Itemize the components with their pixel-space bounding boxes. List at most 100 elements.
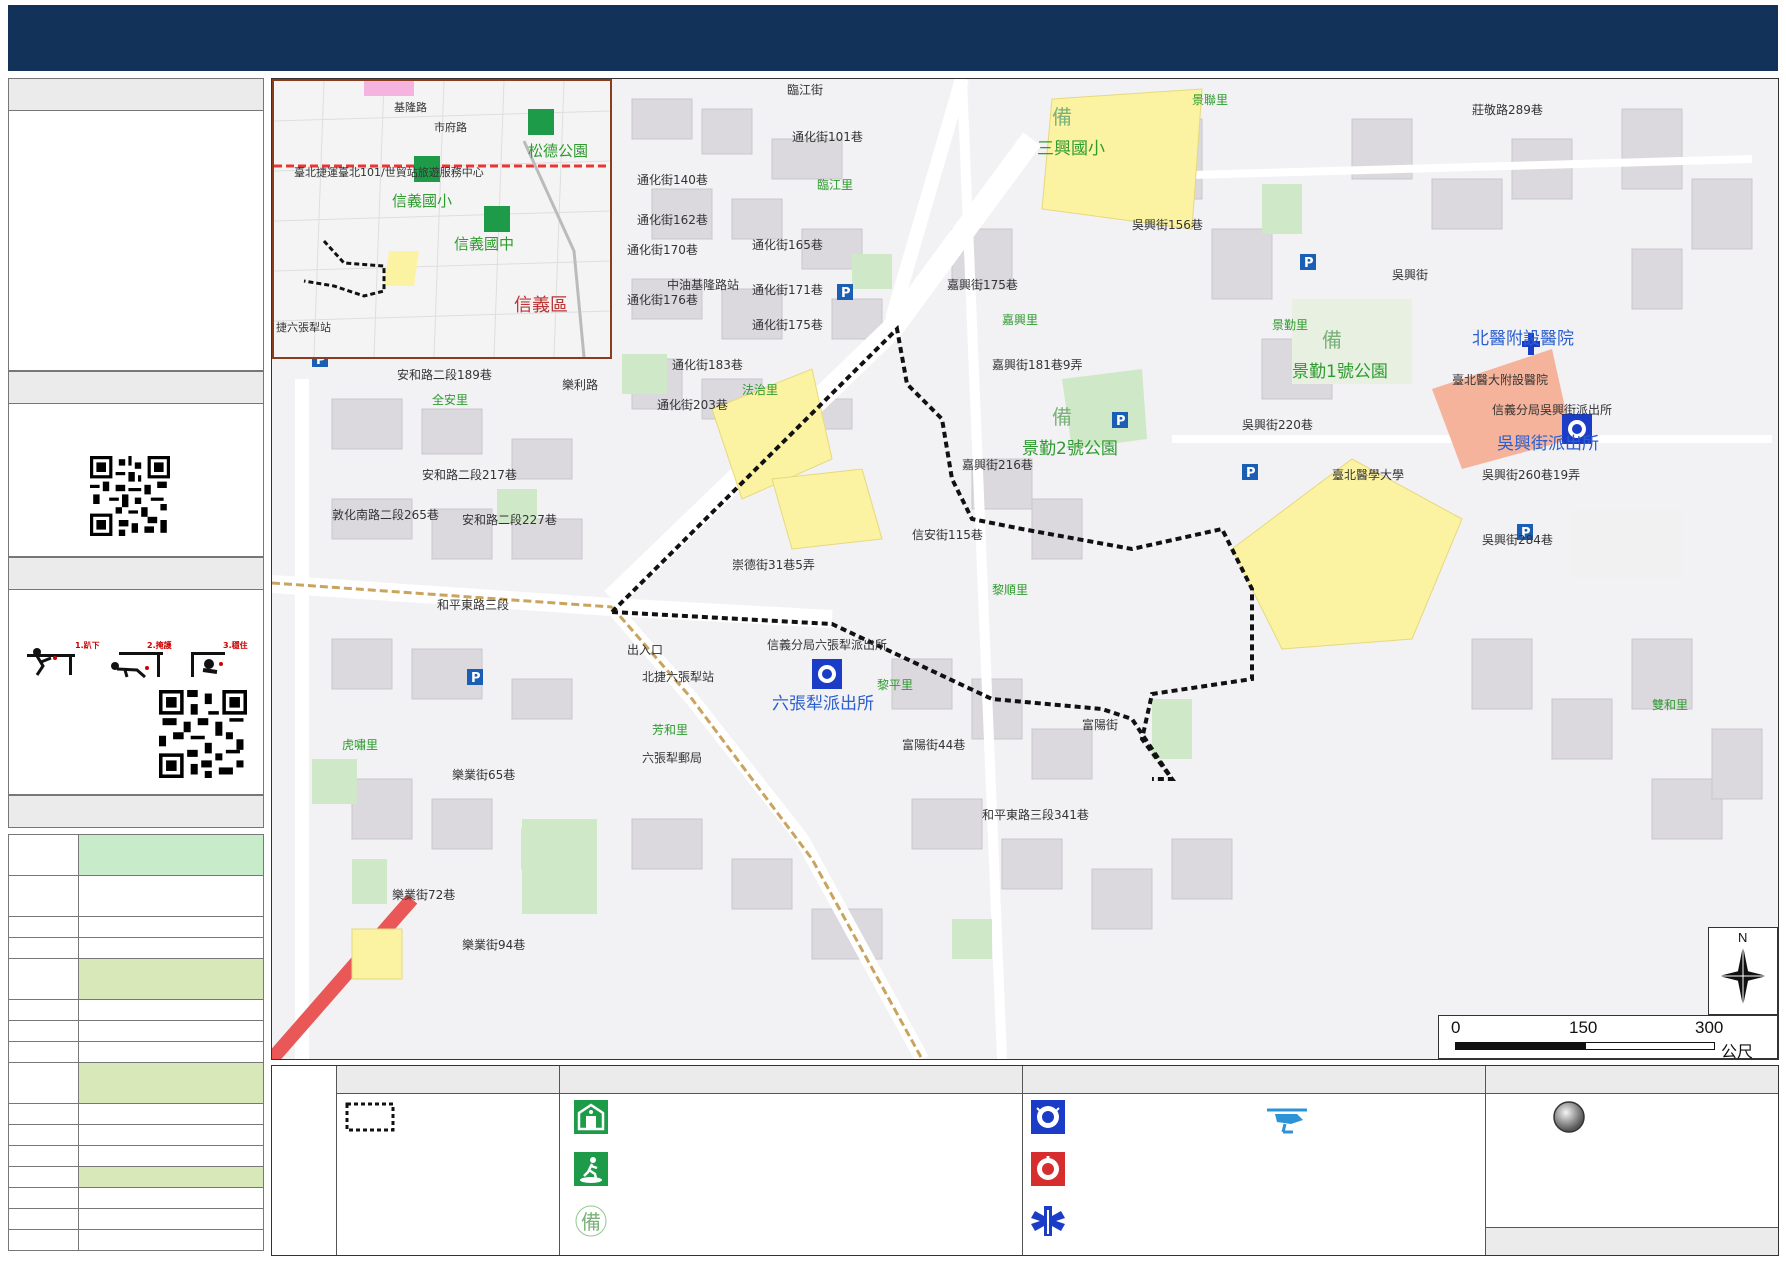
map-label: 北捷六張犁站 xyxy=(642,670,714,684)
scale-bar-black xyxy=(1455,1042,1585,1050)
map-label: 樂利路 xyxy=(562,377,598,392)
legend-col-route xyxy=(336,1066,559,1255)
scale-bar: 0 150 300 公尺 xyxy=(1438,1015,1778,1059)
map-label: 出入口 xyxy=(627,643,663,657)
table-row xyxy=(8,834,264,876)
scale-bar-white xyxy=(1585,1042,1715,1050)
hold-drill-icon xyxy=(191,652,225,677)
map-label: 嘉興街181巷9弄 xyxy=(992,358,1083,372)
svg-text:P: P xyxy=(471,671,481,686)
map-label: 富陽街44巷 xyxy=(902,737,965,752)
map-label: 嘉興里 xyxy=(1002,313,1038,327)
sidebar-body-2 xyxy=(8,404,264,557)
standby-icon: 備 xyxy=(575,1205,607,1237)
route-icon xyxy=(345,1102,395,1132)
map-label: 信義分局六張犁派出所 xyxy=(767,637,887,652)
svg-text:P: P xyxy=(841,286,851,301)
scale-label-300: 300 xyxy=(1695,1018,1724,1037)
svg-text:P: P xyxy=(1116,414,1126,429)
map-label: 信安街115巷 xyxy=(912,527,983,542)
district-label: 信義區 xyxy=(514,295,568,316)
map-label: 樂業街72巷 xyxy=(392,887,455,902)
map-label: 莊敬路289巷 xyxy=(1472,102,1543,117)
map-label: 吳興街260巷19弄 xyxy=(1482,468,1580,482)
table-row xyxy=(8,1062,264,1104)
helipad-icon xyxy=(1267,1108,1307,1134)
legend-col-shelter: 備 xyxy=(559,1066,1022,1255)
map-label: 和平東路三段 xyxy=(437,597,509,612)
map-label: 通化街101巷 xyxy=(792,130,863,144)
map-label: 臨江里 xyxy=(817,178,853,192)
fire-icon xyxy=(1031,1152,1065,1186)
sidebar-header-1 xyxy=(8,78,264,111)
police-label-2: 吳興街派出所 xyxy=(1497,434,1599,454)
svg-text:備: 備 xyxy=(1052,105,1072,129)
sidebar-body-3: 1.趴下 2.掩護 3.穩住 xyxy=(8,590,264,795)
map-label: 和平東路三段341巷 xyxy=(982,807,1089,822)
sidebar-body-1 xyxy=(8,111,264,371)
medical-icon xyxy=(1031,1206,1065,1236)
map-label: 吳興街284巷 xyxy=(1482,533,1553,547)
map-label: 樂業街65巷 xyxy=(452,767,515,782)
map-label: 捷六張犁站 xyxy=(276,320,331,334)
map-label: 景勤里 xyxy=(1272,318,1308,332)
svg-text:P: P xyxy=(1246,466,1256,481)
qr-code-icon[interactable] xyxy=(90,456,170,536)
map-label: 芳和里 xyxy=(652,723,688,737)
station-icon xyxy=(1553,1101,1585,1133)
map-label: 全安里 xyxy=(432,392,468,407)
inset-svg: 信義國小 信義國中 松德公園 信義區 臺北捷運臺北101/世貿站旅遊服務中心 捷… xyxy=(274,81,610,357)
table-row xyxy=(8,1041,264,1063)
map-label: 嘉興街216巷 xyxy=(962,458,1033,472)
police-marker-1[interactable] xyxy=(812,659,842,689)
table-row xyxy=(8,1187,264,1209)
park-label-2: 景勤2號公園 xyxy=(1022,439,1118,459)
legend-col-title xyxy=(272,1066,336,1255)
cover-drill-icon xyxy=(111,652,163,678)
map-label: 黎平里 xyxy=(877,678,913,692)
hospital-label: 北醫附設醫院 xyxy=(1472,329,1574,349)
map-label: 黎順里 xyxy=(992,583,1028,597)
table-row xyxy=(8,1124,264,1146)
svg-text:備: 備 xyxy=(1052,405,1072,429)
scale-unit: 公尺 xyxy=(1721,1044,1754,1060)
svg-text:備: 備 xyxy=(581,1210,601,1234)
map-label: 臺北醫學大學 xyxy=(1332,467,1404,482)
map-label: 安和路二段217巷 xyxy=(422,467,517,482)
table-row xyxy=(8,875,264,917)
map-label: 基隆路 xyxy=(394,100,427,114)
legend: 備 xyxy=(271,1065,1779,1256)
legend-head xyxy=(1023,1066,1485,1094)
sidebar-header-3 xyxy=(8,557,264,590)
police-icon xyxy=(1031,1100,1065,1134)
compass-icon: N xyxy=(1719,930,1767,1006)
table-row xyxy=(8,1166,264,1188)
legend-head xyxy=(1486,1066,1778,1094)
map-label: 通化街203巷 xyxy=(657,398,728,412)
map-label: 法治里 xyxy=(742,383,778,397)
map-label: 虎嘯里 xyxy=(342,738,378,752)
shelter-table xyxy=(8,834,264,1251)
map-label: 臺北捷運臺北101/世貿站旅遊服務中心 xyxy=(294,165,484,179)
map-label: 臨江街 xyxy=(787,83,823,97)
legend-col-rescue xyxy=(1022,1066,1485,1255)
map-label: 臺北醫大附設醫院 xyxy=(1452,372,1548,387)
legend-head xyxy=(560,1066,1022,1094)
map-label: 市府路 xyxy=(434,120,467,134)
page: 1.趴下 2.掩護 3.穩住 備 備 備 P P P P P P P 臨江街 通… xyxy=(0,0,1786,1263)
table-row xyxy=(8,937,264,959)
map-label: 嘉興街175巷 xyxy=(947,278,1018,292)
inset-map: 信義國小 信義國中 松德公園 信義區 臺北捷運臺北101/世貿站旅遊服務中心 捷… xyxy=(272,79,612,359)
map-label: 通化街165巷 xyxy=(752,238,823,252)
map-label: 信義分局吳興街派出所 xyxy=(1492,402,1612,417)
map-label: 通化街170巷 xyxy=(627,243,698,257)
map-canvas[interactable]: 備備備 P P P P P P P 臨江街 通化街101巷 通化街140巷 通化… xyxy=(271,78,1779,1060)
map-label: 六張犁郵局 xyxy=(642,751,702,765)
table-row xyxy=(8,958,264,1000)
police-label-1: 六張犁派出所 xyxy=(772,694,874,714)
table-row xyxy=(8,916,264,938)
table-row xyxy=(8,1208,264,1230)
map-label: 通化街176巷 xyxy=(627,293,698,307)
shelter-school-icon xyxy=(574,1100,608,1134)
qr-code-icon-2[interactable] xyxy=(159,690,247,778)
